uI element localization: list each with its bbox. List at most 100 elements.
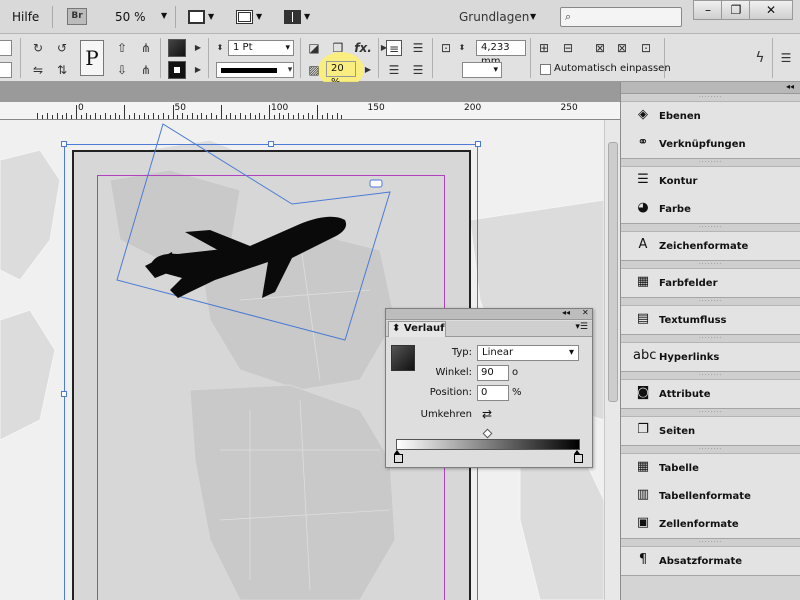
- align-center-icon[interactable]: ☰: [410, 40, 426, 56]
- minimize-button[interactable]: –: [693, 0, 723, 20]
- panel-menu-icon[interactable]: ▾☰: [575, 322, 588, 332]
- dock-item-text-wrap[interactable]: ▤ Textumfluss: [621, 306, 800, 334]
- justify-vertical-icon[interactable]: ☰: [410, 62, 426, 78]
- close-icon[interactable]: ✕: [582, 308, 589, 317]
- workspace-switcher[interactable]: Grundlagen: [459, 10, 529, 24]
- panel-group-grip[interactable]: ········: [621, 224, 800, 232]
- panel-group-grip[interactable]: ········: [621, 539, 800, 547]
- search-input[interactable]: ⌕: [560, 7, 682, 27]
- fx-icon[interactable]: fx.: [352, 40, 374, 56]
- panel-group-grip[interactable]: ········: [621, 335, 800, 343]
- dock-item-paragraph-styles[interactable]: ¶ Absatzformate: [621, 547, 800, 575]
- position-input[interactable]: 0: [477, 385, 509, 401]
- auto-fit-checkbox[interactable]: [540, 64, 551, 75]
- dock-item-table-styles[interactable]: ▥ Tabellenformate: [621, 482, 800, 510]
- angle-unit: o: [512, 367, 519, 378]
- restore-button[interactable]: ❐: [721, 0, 751, 20]
- gradient-stop-start[interactable]: [393, 450, 403, 463]
- dock-item-links[interactable]: ⚭ Verknüpfungen: [621, 130, 800, 158]
- type-select[interactable]: Linear: [477, 345, 579, 361]
- gradient-stop-end[interactable]: [573, 450, 583, 463]
- panel-group-grip[interactable]: ········: [621, 94, 800, 102]
- tab-verlauf[interactable]: ⬍ Verlauf: [388, 321, 446, 337]
- opacity-field[interactable]: 20 %: [326, 61, 356, 88]
- corner-options-select[interactable]: [462, 62, 502, 78]
- fill-swatch[interactable]: [168, 39, 186, 57]
- view-options-button[interactable]: ▼: [188, 9, 216, 26]
- rotate-cw-icon[interactable]: ↻: [30, 40, 46, 56]
- dock-item-cell-styles[interactable]: ▣ Zellenformate: [621, 510, 800, 538]
- panel-group-grip[interactable]: ········: [621, 159, 800, 167]
- dock-titlebar[interactable]: ◂◂: [621, 82, 800, 94]
- dock-item-table[interactable]: ▦ Tabelle: [621, 454, 800, 482]
- content-grabber-icon: [369, 179, 383, 188]
- align-top-icon[interactable]: ≡: [386, 40, 402, 56]
- angle-input[interactable]: 90: [477, 365, 509, 381]
- dock-item-swatches[interactable]: ▦ Farbfelder: [621, 269, 800, 297]
- align-bottom-icon[interactable]: ☰: [386, 62, 402, 78]
- paragraph-direction-icon[interactable]: P: [80, 40, 104, 76]
- stroke-swatch[interactable]: [168, 61, 186, 79]
- panel-titlebar[interactable]: ◂◂ ✕: [386, 308, 592, 320]
- horizontal-ruler[interactable]: 0 50 100 150 200 250: [0, 102, 620, 120]
- quick-apply-icon[interactable]: ϟ: [752, 50, 768, 66]
- gradient-panel[interactable]: ◂◂ ✕ ⬍ Verlauf ▾☰ Typ: Linear Winkel: 90…: [385, 308, 593, 468]
- dock-item-character-styles[interactable]: A Zeichenformate: [621, 232, 800, 260]
- gradient-midpoint-handle[interactable]: [482, 428, 493, 439]
- ruler-tick: [283, 115, 285, 119]
- reference-field-2[interactable]: [0, 62, 12, 78]
- panel-group-grip[interactable]: ········: [621, 372, 800, 380]
- dock-item-color[interactable]: ◕ Farbe: [621, 195, 800, 223]
- reverse-gradient-icon[interactable]: ⇄: [482, 407, 492, 421]
- rotate-ccw-icon[interactable]: ↺: [54, 40, 70, 56]
- chevron-down-icon[interactable]: ▼: [530, 12, 536, 21]
- dock-item-stroke[interactable]: ☰ Kontur: [621, 167, 800, 195]
- arrange-documents-button[interactable]: ▼: [284, 9, 312, 26]
- pasteboard[interactable]: ◂◂ ✕ ⬍ Verlauf ▾☰ Typ: Linear Winkel: 90…: [0, 120, 604, 600]
- gradient-ramp[interactable]: [396, 439, 580, 450]
- collapse-dock-icon[interactable]: ◂◂: [786, 82, 794, 91]
- scrollbar-thumb[interactable]: [608, 142, 618, 402]
- gutter-field[interactable]: 4,233 mm: [476, 40, 526, 67]
- stroke-weight-field[interactable]: 1 Pt: [228, 40, 294, 56]
- panel-group-grip[interactable]: ········: [621, 409, 800, 417]
- screen-mode-button[interactable]: ▼: [236, 9, 264, 26]
- select-previous-icon[interactable]: ⋔: [138, 40, 154, 56]
- close-button[interactable]: ✕: [749, 0, 793, 20]
- panel-group-grip[interactable]: ········: [621, 298, 800, 306]
- fit-content-proportionally-icon[interactable]: ⊡: [638, 40, 654, 56]
- panel-group-grip[interactable]: ········: [621, 261, 800, 269]
- stroke-weight-stepper-icon[interactable]: ⬍: [212, 40, 228, 56]
- fit-content-to-frame-icon[interactable]: ⊞: [536, 40, 552, 56]
- column-gutter-icon[interactable]: ⊡: [438, 40, 454, 56]
- chevron-right-icon[interactable]: ▶: [190, 62, 206, 78]
- flip-vertical-icon[interactable]: ⇅: [54, 62, 70, 78]
- menu-help[interactable]: Hilfe: [12, 10, 39, 24]
- zoom-level[interactable]: 50 %: [115, 10, 146, 24]
- bridge-button[interactable]: Br: [67, 8, 87, 25]
- chevron-down-icon[interactable]: ▾: [282, 62, 298, 78]
- panel-menu-icon[interactable]: ☰: [778, 50, 794, 66]
- select-content-icon[interactable]: ⇩: [114, 62, 130, 78]
- dock-item-label: Farbe: [659, 203, 691, 215]
- vertical-scrollbar[interactable]: [604, 120, 620, 600]
- drop-shadow-icon[interactable]: ◪: [306, 40, 322, 56]
- fit-frame-to-content-icon[interactable]: ⊟: [560, 40, 576, 56]
- select-container-icon[interactable]: ⇧: [114, 40, 130, 56]
- select-next-icon[interactable]: ⋔: [138, 62, 154, 78]
- fill-frame-proportionally-icon[interactable]: ⊠: [614, 40, 630, 56]
- dock-item-pages[interactable]: ❐ Seiten: [621, 417, 800, 445]
- chevron-down-icon[interactable]: ▼: [161, 11, 167, 20]
- chevron-right-icon[interactable]: ▶: [190, 40, 206, 56]
- reference-field[interactable]: [0, 40, 12, 56]
- dock-item-attributes[interactable]: ◙ Attribute: [621, 380, 800, 408]
- collapse-icon[interactable]: ◂◂: [562, 308, 570, 317]
- stepper-icon[interactable]: ⬍: [454, 40, 470, 56]
- panel-group-grip[interactable]: ········: [621, 446, 800, 454]
- dock-item-hyperlinks[interactable]: abc Hyperlinks: [621, 343, 800, 371]
- chevron-right-icon[interactable]: ▶: [360, 62, 376, 78]
- dock-item-label: Ebenen: [659, 110, 701, 122]
- center-content-icon[interactable]: ⊠: [592, 40, 608, 56]
- dock-item-layers[interactable]: ◈ Ebenen: [621, 102, 800, 130]
- flip-horizontal-icon[interactable]: ⇋: [30, 62, 46, 78]
